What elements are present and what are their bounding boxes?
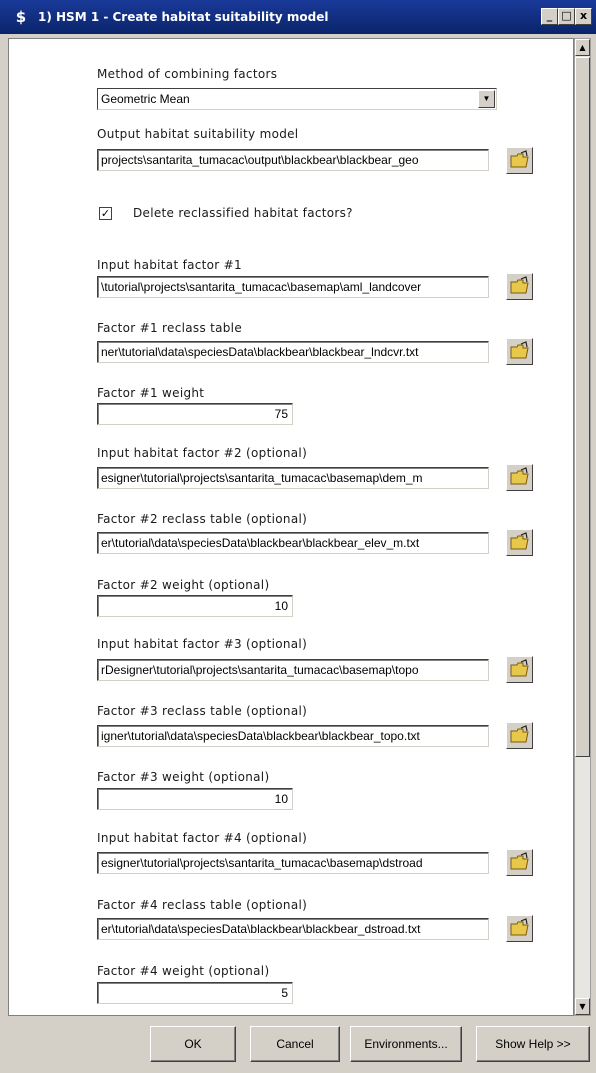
factor2-input-field[interactable]: esigner\tutorial\projects\santarita_tuma… xyxy=(97,467,489,489)
factor1-table-label: Factor #1 reclass table xyxy=(97,321,242,335)
factor1-weight-label: Factor #1 weight xyxy=(97,386,205,400)
factor2-input-label: Input habitat factor #2 (optional) xyxy=(97,446,308,460)
ok-button[interactable]: OK xyxy=(150,1026,236,1062)
factor1-input-label: Input habitat factor #1 xyxy=(97,258,242,272)
title-bar: $ 1) HSM 1 - Create habitat suitability … xyxy=(0,0,596,34)
show-help-button[interactable]: Show Help >> xyxy=(476,1026,590,1062)
method-label: Method of combining factors xyxy=(97,67,278,81)
open-folder-icon[interactable] xyxy=(506,915,533,942)
factor3-table-field[interactable]: igner\tutorial\data\speciesData\blackbea… xyxy=(97,725,489,747)
form-panel: Method of combining factors Geometric Me… xyxy=(8,38,574,1016)
cancel-button[interactable]: Cancel xyxy=(250,1026,340,1062)
factor2-table-field[interactable]: er\tutorial\data\speciesData\blackbear\b… xyxy=(97,532,489,554)
method-select[interactable]: Geometric Mean ▼ xyxy=(97,88,497,110)
factor4-weight-field[interactable]: 5 xyxy=(97,982,293,1004)
open-folder-icon[interactable] xyxy=(506,464,533,491)
factor2-weight-field[interactable]: 10 xyxy=(97,595,293,617)
open-folder-icon[interactable] xyxy=(506,338,533,365)
factor4-input-label: Input habitat factor #4 (optional) xyxy=(97,831,308,845)
factor3-table-label: Factor #3 reclass table (optional) xyxy=(97,704,308,718)
factor4-table-field[interactable]: er\tutorial\data\speciesData\blackbear\b… xyxy=(97,918,489,940)
environments-button[interactable]: Environments... xyxy=(350,1026,462,1062)
vertical-scrollbar[interactable]: ▲ ▼ xyxy=(574,38,591,1016)
dropdown-arrow-icon[interactable]: ▼ xyxy=(478,90,495,108)
minimize-button[interactable]: _ xyxy=(541,8,558,25)
factor4-input-field[interactable]: esigner\tutorial\projects\santarita_tuma… xyxy=(97,852,489,874)
delete-checkbox[interactable]: ✓ xyxy=(99,207,112,220)
open-folder-icon[interactable] xyxy=(506,147,533,174)
app-icon: $ xyxy=(15,8,27,26)
output-label: Output habitat suitability model xyxy=(97,127,299,141)
factor1-input-field[interactable]: \tutorial\projects\santarita_tumacac\bas… xyxy=(97,276,489,298)
factor2-weight-label: Factor #2 weight (optional) xyxy=(97,578,270,592)
factor3-weight-label: Factor #3 weight (optional) xyxy=(97,770,270,784)
factor3-weight-field[interactable]: 10 xyxy=(97,788,293,810)
delete-label: Delete reclassified habitat factors? xyxy=(133,206,353,220)
factor1-weight-field[interactable]: 75 xyxy=(97,403,293,425)
factor4-weight-label: Factor #4 weight (optional) xyxy=(97,964,270,978)
open-folder-icon[interactable] xyxy=(506,529,533,556)
window-title: 1) HSM 1 - Create habitat suitability mo… xyxy=(38,10,329,24)
open-folder-icon[interactable] xyxy=(506,849,533,876)
close-button[interactable]: x xyxy=(575,8,592,25)
factor4-table-label: Factor #4 reclass table (optional) xyxy=(97,898,308,912)
scrollbar-thumb[interactable] xyxy=(575,57,590,757)
scroll-down-icon[interactable]: ▼ xyxy=(575,998,590,1015)
open-folder-icon[interactable] xyxy=(506,273,533,300)
factor3-input-field[interactable]: rDesigner\tutorial\projects\santarita_tu… xyxy=(97,659,489,681)
factor3-input-label: Input habitat factor #3 (optional) xyxy=(97,637,308,651)
output-field[interactable]: projects\santarita_tumacac\output\blackb… xyxy=(97,149,489,171)
scroll-up-icon[interactable]: ▲ xyxy=(575,39,590,56)
method-value: Geometric Mean xyxy=(101,92,190,106)
factor1-table-field[interactable]: ner\tutorial\data\speciesData\blackbear\… xyxy=(97,341,489,363)
factor2-table-label: Factor #2 reclass table (optional) xyxy=(97,512,308,526)
maximize-button[interactable]: □ xyxy=(558,8,575,25)
open-folder-icon[interactable] xyxy=(506,656,533,683)
open-folder-icon[interactable] xyxy=(506,722,533,749)
